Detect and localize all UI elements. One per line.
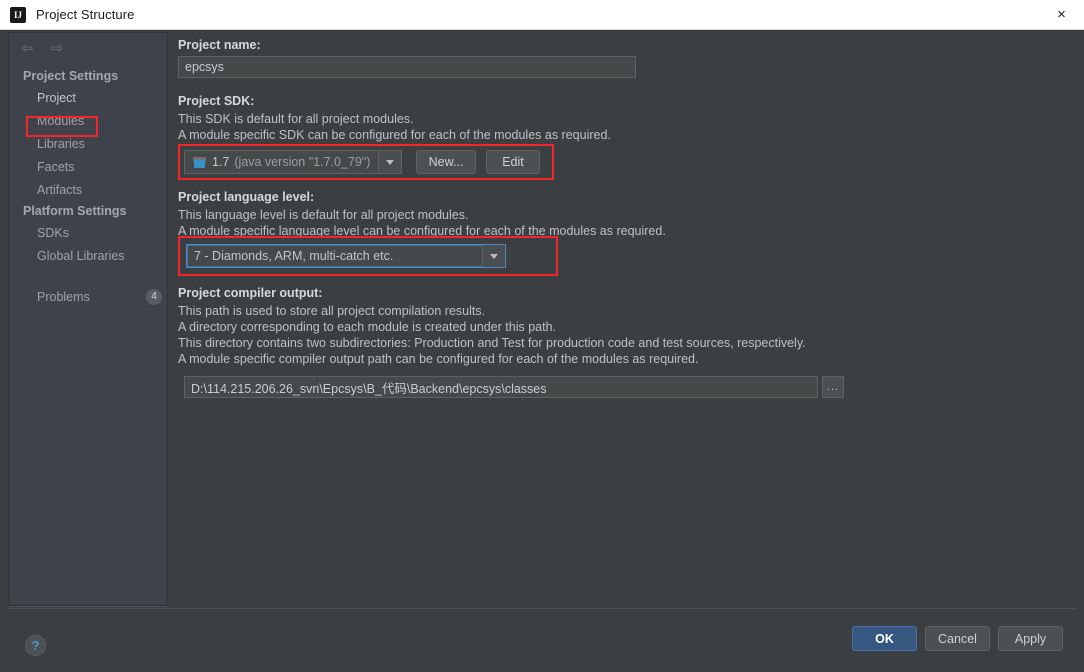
- project-name-label: Project name:: [178, 38, 261, 52]
- project-language-level-desc-line2: A module specific language level can be …: [178, 224, 666, 238]
- project-language-level-combo[interactable]: 7 - Diamonds, ARM, multi-catch etc.: [186, 244, 506, 268]
- sidebar-group-project-settings: Project Settings: [23, 69, 119, 83]
- compiler-output-desc-line2: A directory corresponding to each module…: [178, 320, 556, 334]
- compiler-output-desc-line4: A module specific compiler output path c…: [178, 352, 699, 366]
- project-sdk-desc-line1: This SDK is default for all project modu…: [178, 112, 414, 126]
- chevron-down-icon[interactable]: [378, 151, 401, 173]
- project-sdk-combo-text: 1.7 (java version "1.7.0_79"): [185, 155, 378, 169]
- close-icon[interactable]: ×: [1039, 0, 1084, 29]
- chevron-down-icon[interactable]: [482, 245, 505, 267]
- dialog-body: ⇦ ⇨ Project Settings Project Modules Lib…: [0, 30, 1084, 672]
- footer-divider: [8, 608, 1076, 609]
- compiler-output-desc-line1: This path is used to store all project c…: [178, 304, 486, 318]
- compiler-output-path-input[interactable]: D:\114.215.206.26_svn\Epcsys\B_代码\Backen…: [184, 376, 818, 398]
- edit-sdk-button[interactable]: Edit: [486, 150, 540, 174]
- apply-button[interactable]: Apply: [998, 626, 1063, 651]
- project-language-level-desc-line1: This language level is default for all p…: [178, 208, 469, 222]
- apply-button-label: Apply: [1014, 631, 1047, 646]
- edit-sdk-button-label: Edit: [502, 155, 524, 169]
- project-settings-panel: Project name: epcsys Project SDK: This S…: [176, 32, 1076, 606]
- ok-button-label: OK: [875, 631, 894, 646]
- project-name-input[interactable]: epcsys: [178, 56, 636, 78]
- new-sdk-button-label: New...: [428, 155, 464, 169]
- sidebar-group-platform-settings: Platform Settings: [23, 204, 127, 218]
- sidebar-item-sdks[interactable]: SDKs: [37, 226, 69, 240]
- new-sdk-button[interactable]: New...: [416, 150, 476, 174]
- sidebar-item-libraries[interactable]: Libraries: [37, 137, 85, 151]
- project-compiler-output-label: Project compiler output:: [178, 286, 323, 300]
- project-language-level-label: Project language level:: [178, 190, 315, 204]
- sidebar-bottom-divider: [8, 606, 168, 607]
- nav-forward-icon[interactable]: ⇨: [47, 39, 67, 57]
- compiler-output-desc-line3: This directory contains two subdirectori…: [178, 336, 806, 350]
- sidebar-item-artifacts[interactable]: Artifacts: [37, 183, 82, 197]
- intellij-idea-icon: [10, 6, 26, 23]
- dialog-footer: ? OK Cancel Apply: [0, 608, 1084, 672]
- nav-back-icon[interactable]: ⇦: [17, 39, 37, 57]
- project-sdk-desc-line2: A module specific SDK can be configured …: [178, 128, 611, 142]
- sidebar-nav-arrows: ⇦ ⇨: [17, 39, 67, 57]
- sidebar-item-project[interactable]: Project: [37, 91, 76, 105]
- sidebar-item-global-libraries[interactable]: Global Libraries: [37, 249, 125, 263]
- project-sdk-detail: (java version "1.7.0_79"): [234, 155, 371, 169]
- window-title: Project Structure: [36, 7, 135, 22]
- project-structure-dialog: Project Structure × ⇦ ⇨ Project Settings…: [0, 0, 1084, 672]
- sidebar-item-problems[interactable]: Problems: [37, 290, 90, 304]
- title-bar: Project Structure ×: [0, 0, 1084, 30]
- ok-button[interactable]: OK: [852, 626, 917, 651]
- sidebar-item-facets[interactable]: Facets: [37, 160, 75, 174]
- jdk-icon: [193, 156, 207, 169]
- cancel-button-label: Cancel: [938, 631, 977, 646]
- project-sdk-combo[interactable]: 1.7 (java version "1.7.0_79"): [184, 150, 402, 174]
- project-sdk-label: Project SDK:: [178, 94, 255, 108]
- browse-folder-button[interactable]: ...: [822, 376, 844, 398]
- cancel-button[interactable]: Cancel: [925, 626, 990, 651]
- sidebar-item-modules[interactable]: Modules: [37, 114, 84, 128]
- project-language-level-value: 7 - Diamonds, ARM, multi-catch etc.: [194, 249, 394, 263]
- project-sdk-version: 1.7: [212, 155, 230, 169]
- help-icon[interactable]: ?: [25, 635, 46, 656]
- settings-sidebar: ⇦ ⇨ Project Settings Project Modules Lib…: [8, 32, 168, 606]
- problems-count-badge: 4: [146, 289, 162, 305]
